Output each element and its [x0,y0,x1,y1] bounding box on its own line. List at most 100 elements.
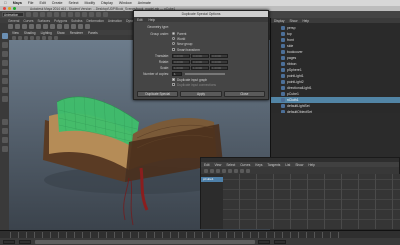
graph-menu-help[interactable]: Help [308,163,315,167]
flat-tangents-icon[interactable] [240,168,244,173]
menu-select[interactable]: Select [69,1,79,5]
shelf-tool-icon[interactable] [85,24,90,29]
apple-icon[interactable]:  [4,1,7,5]
new-scene-icon[interactable] [26,12,31,17]
outliner-menu-help[interactable]: Help [302,19,309,23]
snap-curve-icon[interactable] [75,12,80,17]
shelf-tool-icon[interactable] [15,24,20,29]
shelf-tab[interactable]: Polygons [54,19,67,23]
select-component-icon[interactable] [61,12,66,17]
move-keys-icon[interactable] [204,168,208,173]
number-of-copies-slider[interactable] [185,72,225,75]
save-scene-icon[interactable] [40,12,45,17]
outliner-menu-display[interactable]: Display [274,19,284,23]
duplicate-special-button[interactable]: Duplicate Special [137,91,179,97]
stepped-tangents-icon[interactable] [246,168,250,173]
range-slider-bar[interactable] [35,239,255,244]
rotate-tool-icon[interactable] [1,69,8,75]
graph-menu-tangents[interactable]: Tangents [267,163,280,167]
duplicate-input-connections-checkbox[interactable] [172,83,175,86]
four-pane-layout-icon[interactable] [1,128,8,134]
shelf-tool-icon[interactable] [8,24,13,29]
graph-menu-select[interactable]: Select [226,163,235,167]
render-icon[interactable] [89,12,94,17]
graph-curve-area[interactable] [223,174,400,229]
shelf-tab[interactable]: General [8,19,19,23]
snap-point-icon[interactable] [82,12,87,17]
minimize-window-button[interactable] [8,7,11,10]
render-settings-icon[interactable] [103,12,108,17]
ipr-render-icon[interactable] [96,12,101,17]
smart-transform-checkbox[interactable] [172,48,175,51]
duplicate-input-graph-checkbox[interactable] [172,78,175,81]
time-slider[interactable] [0,230,400,238]
rotate-z-field[interactable]: 0.0000 [210,59,228,64]
shelf-tool-icon[interactable] [29,24,34,29]
select-tool-icon[interactable] [1,33,8,39]
dialog-menu-edit[interactable]: Edit [137,18,143,22]
scale-y-field[interactable]: 1.0000 [191,65,209,70]
graph-menu-show[interactable]: Show [295,163,303,167]
outliner-menu-show[interactable]: Show [289,19,297,23]
scale-tool-icon[interactable] [1,78,8,84]
shelf-tool-icon[interactable] [64,24,69,29]
translate-y-field[interactable]: 0.0000 [191,53,209,58]
shelf-tab[interactable]: Curves [23,19,33,23]
group-world-radio[interactable] [172,37,175,40]
manipulator-tool-icon[interactable] [1,87,8,93]
menu-create[interactable]: Create [52,1,63,5]
group-new-group-radio[interactable] [172,42,175,45]
menu-file[interactable]: File [28,1,34,5]
frame-all-icon[interactable] [216,168,220,173]
lasso-tool-icon[interactable] [1,42,8,48]
playback-start-field[interactable] [19,239,31,244]
scale-z-field[interactable]: 1.0000 [210,65,228,70]
menu-display[interactable]: Display [101,1,113,5]
single-pane-layout-icon[interactable] [1,119,8,125]
menu-animate[interactable]: Animate [138,1,151,5]
apply-button[interactable]: Apply [180,91,222,97]
app-menu[interactable]: Maya [13,1,22,5]
graph-menu-view[interactable]: View [215,163,222,167]
shelf-tool-icon[interactable] [22,24,27,29]
shelf-tab[interactable]: Surfaces [37,19,50,23]
insert-keys-icon[interactable] [210,168,214,173]
shelf-tool-icon[interactable] [36,24,41,29]
end-time-field[interactable] [274,239,286,244]
last-tool-icon[interactable] [1,96,8,102]
scale-x-field[interactable]: 1.0000 [172,65,190,70]
frame-selection-icon[interactable] [222,168,226,173]
shelf-tool-icon[interactable] [71,24,76,29]
menu-edit[interactable]: Edit [40,1,46,5]
paint-select-tool-icon[interactable] [1,51,8,57]
graph-menu-edit[interactable]: Edit [204,163,210,167]
close-window-button[interactable] [3,7,6,10]
outliner-layout-icon[interactable] [1,146,8,152]
shelf-tool-icon[interactable] [78,24,83,29]
graph-menu-keys[interactable]: Keys [255,163,262,167]
two-pane-layout-icon[interactable] [1,137,8,143]
shelf-tool-icon[interactable] [57,24,62,29]
spline-tangents-icon[interactable] [228,168,232,173]
shelf-tab[interactable]: Animation [108,19,122,23]
menu-window[interactable]: Window [119,1,132,5]
close-button[interactable]: Close [223,91,265,97]
linear-tangents-icon[interactable] [234,168,238,173]
translate-x-field[interactable]: 0.0000 [172,53,190,58]
group-parent-radio[interactable] [172,32,175,35]
graph-menu-list[interactable]: List [285,163,290,167]
graph-outliner-item[interactable]: pCube1 [201,177,223,182]
number-of-copies-field[interactable]: 1 [172,71,182,76]
select-hierarchy-icon[interactable] [47,12,52,17]
shelf-tab[interactable]: Deformation [87,19,104,23]
menu-modify[interactable]: Modify [85,1,96,5]
shelf-tool-icon[interactable] [43,24,48,29]
rotate-y-field[interactable]: 0.0000 [191,59,209,64]
dialog-menu-help[interactable]: Help [149,18,156,22]
open-scene-icon[interactable] [33,12,38,17]
rotate-x-field[interactable]: 0.0000 [172,59,190,64]
snap-grid-icon[interactable] [68,12,73,17]
select-object-icon[interactable] [54,12,59,17]
shelf-tool-icon[interactable] [50,24,55,29]
playback-end-field[interactable] [258,239,270,244]
